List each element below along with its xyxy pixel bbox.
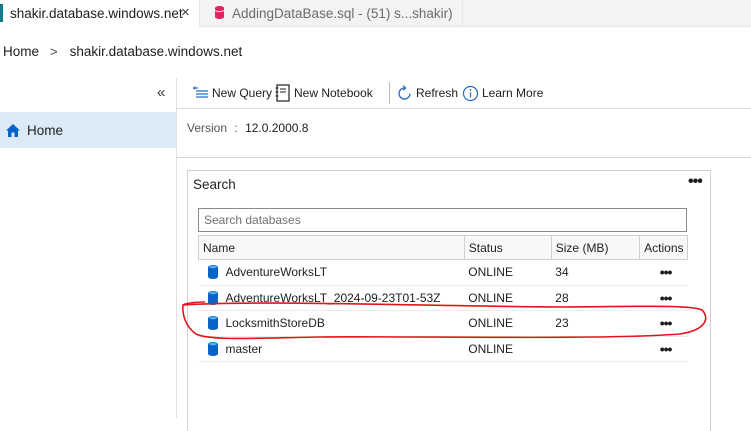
breadcrumb: Home > shakir.database.windows.net: [3, 44, 242, 59]
database-icon: [207, 265, 218, 280]
database-icon: [207, 316, 218, 331]
db-name-cell[interactable]: AdventureWorksLT: [198, 259, 465, 286]
learn-more-button[interactable]: Learn More: [462, 83, 543, 103]
row-actions-button[interactable]: •••: [639, 285, 688, 311]
section-divider: [177, 157, 751, 158]
search-input[interactable]: [198, 208, 687, 232]
more-actions-icon[interactable]: •••: [644, 264, 688, 280]
notebook-icon: [275, 84, 290, 102]
sidebar-item-home[interactable]: Home: [0, 112, 176, 148]
db-size: [551, 336, 640, 362]
new-query-button[interactable]: New Query: [192, 83, 272, 103]
tab-bar: shakir.database.windows.net × AddingData…: [0, 0, 751, 27]
database-icon: [207, 290, 218, 305]
db-size: 28: [551, 285, 640, 311]
search-panel-title: Search: [193, 177, 236, 192]
db-name-cell[interactable]: master: [198, 336, 465, 362]
new-notebook-label: New Notebook: [294, 86, 373, 100]
refresh-icon: [398, 84, 411, 100]
close-icon[interactable]: ×: [181, 4, 190, 21]
db-size: 23: [551, 310, 640, 337]
db-status: ONLINE: [464, 310, 552, 337]
new-notebook-button[interactable]: New Notebook: [275, 83, 373, 103]
column-header-actions: Actions: [639, 235, 688, 260]
column-header-name[interactable]: Name: [198, 235, 465, 260]
version-label: Version: [187, 121, 228, 135]
more-options-icon[interactable]: •••: [688, 173, 703, 191]
tab-sql-file[interactable]: AddingDataBase.sql - (51) s...shakir): [200, 0, 463, 26]
version-value: 12.0.2000.8: [245, 121, 309, 135]
breadcrumb-home[interactable]: Home: [3, 44, 39, 59]
db-size: 34: [551, 259, 640, 286]
sidebar-item-label: Home: [27, 122, 64, 138]
more-actions-icon[interactable]: •••: [644, 290, 688, 306]
tab-server[interactable]: shakir.database.windows.net ×: [0, 0, 200, 27]
more-actions-icon[interactable]: •••: [644, 315, 688, 331]
refresh-label: Refresh: [416, 86, 459, 100]
learn-more-label: Learn More: [482, 86, 544, 100]
db-name: AdventureWorksLT: [225, 265, 328, 280]
row-actions-button[interactable]: •••: [639, 259, 688, 286]
database-icon: [215, 6, 224, 19]
tab-server-label: shakir.database.windows.net: [10, 6, 183, 21]
refresh-button[interactable]: Refresh: [396, 83, 458, 103]
table-row[interactable]: LocksmithStoreDB ONLINE 23 •••: [198, 310, 688, 337]
breadcrumb-current: shakir.database.windows.net: [69, 44, 243, 59]
info-icon: [462, 85, 479, 101]
table-row[interactable]: AdventureWorksLT ONLINE 34 •••: [198, 259, 688, 286]
column-header-size[interactable]: Size (MB): [550, 235, 641, 260]
toolbar-divider: [389, 82, 390, 104]
db-name: master: [225, 341, 263, 356]
home-icon: [6, 123, 20, 137]
collapse-sidebar-icon[interactable]: «: [157, 84, 165, 101]
database-icon: [207, 341, 218, 356]
db-name-cell[interactable]: LocksmithStoreDB: [198, 310, 465, 337]
version-separator: :: [234, 121, 238, 135]
table-row[interactable]: master ONLINE •••: [198, 336, 688, 362]
chevron-right-icon: >: [50, 44, 58, 59]
search-panel: Search ••• Name Status Size (MB) Actions…: [187, 170, 711, 431]
tab-sql-file-label: AddingDataBase.sql - (51) s...shakir): [232, 5, 453, 21]
db-status: ONLINE: [464, 336, 552, 362]
db-name: AdventureWorksLT_2024-09-23T01-53Z: [225, 290, 441, 305]
column-header-status[interactable]: Status: [463, 235, 552, 260]
db-status: ONLINE: [464, 259, 552, 286]
more-actions-icon[interactable]: •••: [644, 341, 688, 357]
table-row[interactable]: AdventureWorksLT_2024-09-23T01-53Z ONLINE…: [198, 285, 688, 311]
toolbar: New Query New Notebook Refresh Learn Mor…: [177, 79, 751, 109]
version-info: Version : 12.0.2000.8: [187, 121, 308, 135]
db-name: LocksmithStoreDB: [225, 316, 325, 331]
database-table: Name Status Size (MB) Actions AdventureW…: [198, 235, 688, 362]
table-header-row: Name Status Size (MB) Actions: [198, 235, 688, 260]
db-name-cell[interactable]: AdventureWorksLT_2024-09-23T01-53Z: [198, 285, 465, 311]
db-status: ONLINE: [464, 285, 552, 311]
new-query-icon: [193, 86, 208, 98]
new-query-label: New Query: [212, 86, 273, 100]
row-actions-button[interactable]: •••: [639, 310, 688, 337]
server-icon: [0, 4, 3, 22]
row-actions-button[interactable]: •••: [639, 336, 688, 362]
